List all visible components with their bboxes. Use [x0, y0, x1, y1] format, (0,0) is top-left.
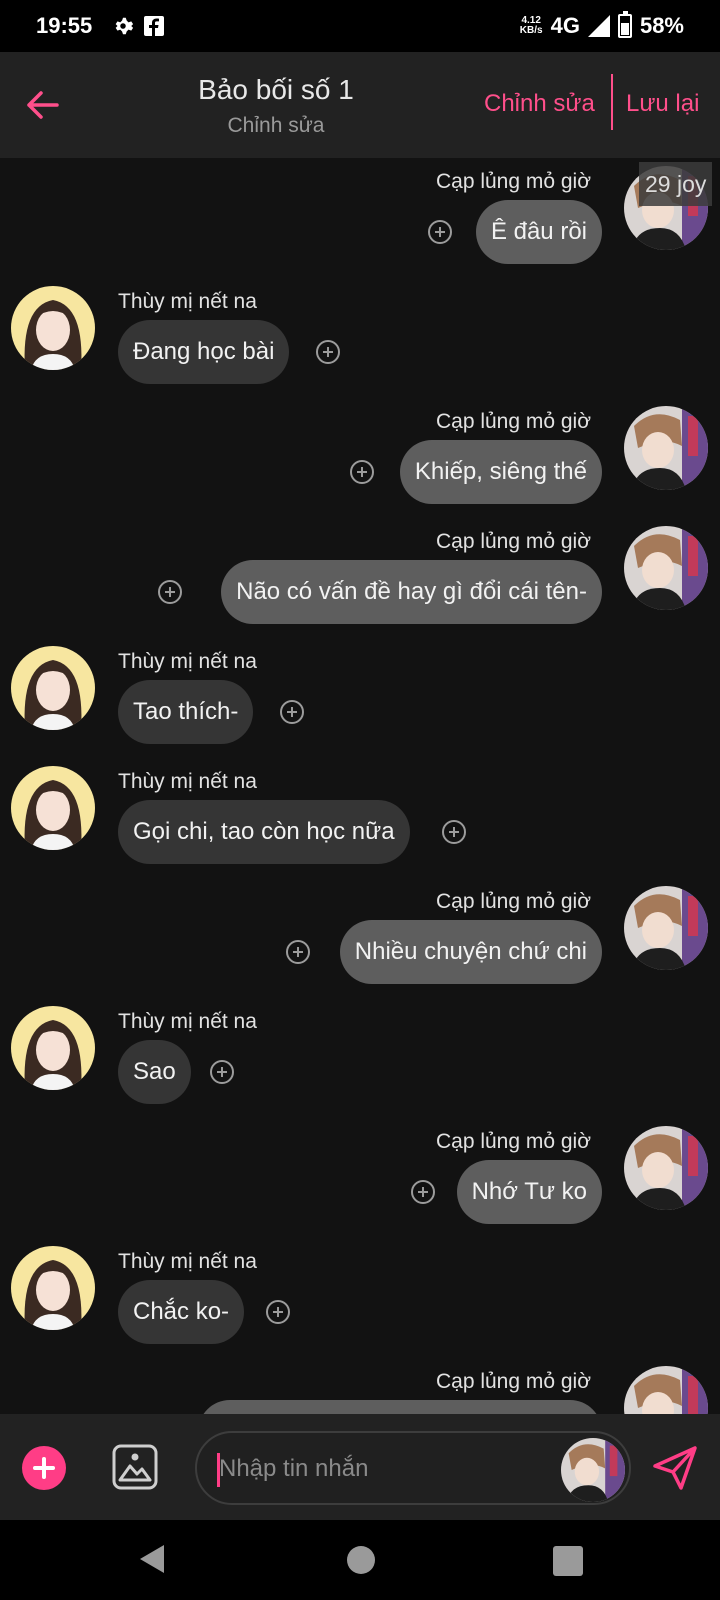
message-bubble[interactable]: Gọi chi, tao còn học nữa: [118, 800, 410, 864]
nav-back-icon[interactable]: [136, 1542, 170, 1576]
avatar-male[interactable]: [624, 1366, 708, 1414]
add-reaction-icon[interactable]: [350, 460, 374, 484]
avatar-image: [11, 1246, 95, 1330]
status-time: 19:55: [36, 13, 93, 38]
nav-recents-icon[interactable]: [553, 1546, 583, 1576]
avatar-female[interactable]: [11, 646, 95, 730]
sender-name: Thùy mị nết na: [118, 770, 257, 793]
avatar-male[interactable]: [624, 406, 708, 490]
nav-home-icon[interactable]: [347, 1546, 375, 1574]
sender-name: Cạp lủng mỏ giờ: [435, 170, 591, 193]
page-subtitle: Chỉnh sửa: [227, 114, 325, 137]
network-type: 4G: [550, 13, 580, 38]
avatar-image: [11, 1006, 95, 1090]
message-bubble[interactable]: Tao thích-: [118, 680, 254, 744]
add-reaction-icon[interactable]: [210, 1060, 234, 1084]
avatar-image: [11, 286, 95, 370]
sender-switch-avatar[interactable]: [561, 1438, 625, 1502]
add-reaction-icon[interactable]: [280, 700, 304, 724]
add-reaction-icon[interactable]: [411, 1180, 435, 1204]
avatar-male[interactable]: [624, 526, 708, 610]
status-bar: 19:55 4.12 KB/s 4G 58%: [0, 0, 720, 52]
sender-name: Cạp lủng mỏ giờ: [435, 410, 591, 433]
avatar-image: [624, 1366, 708, 1414]
message-input-placeholder: Nhập tin nhắn: [219, 1455, 369, 1482]
avatar-image: [624, 406, 708, 490]
chat-screen: 19:55 4.12 KB/s 4G 58% Bảo bối số 1 Chỉn…: [0, 0, 720, 1600]
sender-name: Thùy mị nết na: [118, 290, 257, 313]
avatar-female[interactable]: [11, 1006, 95, 1090]
save-button[interactable]: Lưu lại: [626, 90, 699, 118]
avatar-image: [624, 1126, 708, 1210]
message-input[interactable]: Nhập tin nhắn: [195, 1431, 631, 1505]
add-reaction-icon[interactable]: [428, 220, 452, 244]
avatar-image: [11, 646, 95, 730]
sender-name: Cạp lủng mỏ giờ: [435, 1370, 591, 1393]
sender-name: Cạp lủng mỏ giờ: [435, 1130, 591, 1153]
avatar-image: [624, 886, 708, 970]
message-bubble[interactable]: Nhiều chuyện chứ chi: [339, 920, 602, 984]
sender-name: Thùy mị nết na: [118, 1250, 257, 1273]
sender-name: Cạp lủng mỏ giờ: [435, 890, 591, 913]
message-bubble[interactable]: Ê đâu rồi: [475, 200, 602, 264]
chat-header: Bảo bối số 1 Chỉnh sửa Chỉnh sửa Lưu lại: [0, 52, 720, 158]
image-icon: [112, 1444, 158, 1490]
header-divider: [611, 74, 613, 130]
signal-icon: [587, 15, 610, 37]
message-bubble[interactable]: Đang học bài: [118, 320, 290, 384]
message-list[interactable]: Cạp lủng mỏ giờ Ê đâu rồi 29 joy Thùy mị…: [0, 158, 720, 1414]
system-nav-bar: [0, 1520, 720, 1600]
back-button[interactable]: [22, 80, 62, 130]
settings-gear-icon: [115, 17, 134, 35]
avatar-image: [11, 766, 95, 850]
avatar-image: [624, 526, 708, 610]
message-bubble[interactable]: Nhớ Tư ko: [456, 1160, 602, 1224]
add-reaction-icon[interactable]: [316, 340, 340, 364]
composer-bar: Nhập tin nhắn: [0, 1414, 720, 1520]
avatar-female[interactable]: [11, 766, 95, 850]
send-button[interactable]: [651, 1444, 699, 1492]
add-reaction-icon[interactable]: [266, 1300, 290, 1324]
message-bubble[interactable]: Khiếp, siêng thế: [399, 440, 602, 504]
add-reaction-icon[interactable]: [286, 940, 310, 964]
corner-tag: 29 joy: [639, 162, 713, 206]
sender-name: Cạp lủng mỏ giờ: [435, 530, 591, 553]
avatar-male[interactable]: [624, 1126, 708, 1210]
page-title: Bảo bối số 1: [198, 74, 354, 105]
add-button[interactable]: [22, 1446, 66, 1490]
battery-level: 58%: [639, 13, 684, 38]
message-bubble[interactable]: [198, 1400, 602, 1414]
avatar-male[interactable]: [624, 886, 708, 970]
sender-name: Thùy mị nết na: [118, 1010, 257, 1033]
avatar-female[interactable]: [11, 286, 95, 370]
avatar-image: [561, 1438, 625, 1502]
image-button[interactable]: [112, 1444, 158, 1490]
add-reaction-icon[interactable]: [158, 580, 182, 604]
send-icon: [653, 1446, 697, 1490]
add-reaction-icon[interactable]: [442, 820, 466, 844]
battery-icon: [617, 11, 632, 38]
arrow-left-icon: [27, 91, 59, 119]
avatar-female[interactable]: [11, 1246, 95, 1330]
facebook-icon: [144, 16, 165, 36]
message-bubble[interactable]: Não có vấn đề hay gì đổi cái tên-: [221, 560, 602, 624]
net-speed: 4.12 KB/s: [519, 15, 543, 36]
message-bubble[interactable]: Chắc ko-: [118, 1280, 245, 1344]
sender-name: Thùy mị nết na: [118, 650, 257, 673]
message-bubble[interactable]: Sao: [118, 1040, 191, 1104]
edit-button[interactable]: Chỉnh sửa: [484, 90, 595, 118]
